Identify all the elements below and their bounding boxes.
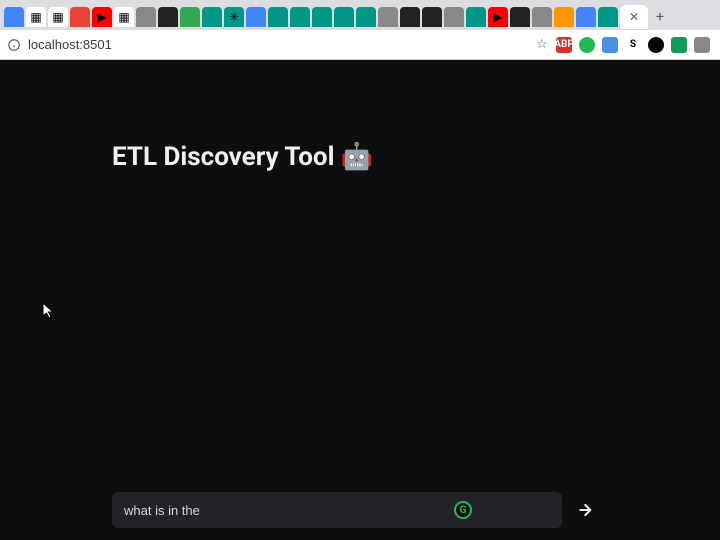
address-input[interactable] bbox=[28, 37, 528, 52]
send-icon bbox=[577, 500, 597, 520]
extension-icon[interactable] bbox=[602, 37, 618, 53]
tab-favicon[interactable] bbox=[246, 7, 266, 27]
tab-favicon[interactable] bbox=[554, 7, 574, 27]
bookmark-star-icon[interactable]: ☆ bbox=[534, 37, 550, 53]
tab-favicon[interactable] bbox=[378, 7, 398, 27]
tab-favicon[interactable]: ▦ bbox=[114, 7, 134, 27]
browser-address-bar: ☆ ABP S bbox=[0, 30, 720, 60]
tab-favicon[interactable] bbox=[532, 7, 552, 27]
chat-input[interactable] bbox=[112, 492, 562, 528]
tab-favicon[interactable] bbox=[70, 7, 90, 27]
tab-favicon[interactable]: ▶ bbox=[488, 7, 508, 27]
grammarly-indicator-icon[interactable]: G bbox=[454, 501, 472, 519]
page-title: ETL Discovery Tool 🤖 bbox=[112, 142, 373, 172]
tab-favicon[interactable] bbox=[466, 7, 486, 27]
tab-favicon[interactable] bbox=[312, 7, 332, 27]
tab-favicon[interactable] bbox=[202, 7, 222, 27]
tab-favicon[interactable] bbox=[598, 7, 618, 27]
grammarly-extension-icon[interactable] bbox=[579, 37, 595, 53]
tab-favicon[interactable] bbox=[422, 7, 442, 27]
extension-icon[interactable] bbox=[648, 37, 664, 53]
tab-favicon[interactable] bbox=[158, 7, 178, 27]
tab-favicon[interactable]: ✳ bbox=[224, 7, 244, 27]
tab-favicon[interactable] bbox=[4, 7, 24, 27]
tab-favicon[interactable]: ▶ bbox=[92, 7, 112, 27]
tab-favicon[interactable] bbox=[510, 7, 530, 27]
tab-favicon[interactable] bbox=[136, 7, 156, 27]
extension-icons: ABP S bbox=[556, 37, 714, 53]
abp-extension-icon[interactable]: ABP bbox=[556, 37, 572, 53]
app-viewport: ETL Discovery Tool 🤖 G bbox=[0, 60, 720, 540]
extension-icon[interactable] bbox=[671, 37, 687, 53]
new-tab-button[interactable]: + bbox=[650, 7, 670, 27]
close-icon[interactable]: ✕ bbox=[629, 10, 639, 24]
robot-icon: 🤖 bbox=[341, 144, 373, 170]
send-button[interactable] bbox=[572, 495, 602, 525]
site-info-icon[interactable] bbox=[6, 37, 22, 53]
extension-icon[interactable] bbox=[694, 37, 710, 53]
extension-icon[interactable]: S bbox=[625, 37, 641, 53]
mouse-cursor-icon bbox=[42, 302, 56, 320]
tab-favicon[interactable] bbox=[356, 7, 376, 27]
tab-favicon[interactable] bbox=[268, 7, 288, 27]
chat-input-row: G bbox=[112, 492, 602, 528]
browser-tab-strip: ▦ ▦ ▶ ▦ ✳ ▶ ✕ + bbox=[0, 0, 720, 30]
tab-favicon[interactable]: ▦ bbox=[48, 7, 68, 27]
tab-favicon[interactable] bbox=[444, 7, 464, 27]
tab-favicon[interactable]: ▦ bbox=[26, 7, 46, 27]
tab-favicon[interactable] bbox=[576, 7, 596, 27]
tab-favicon[interactable] bbox=[290, 7, 310, 27]
tab-favicon[interactable] bbox=[180, 7, 200, 27]
page-title-text: ETL Discovery Tool bbox=[112, 142, 335, 172]
tab-favicon[interactable] bbox=[334, 7, 354, 27]
tab-favicon[interactable] bbox=[400, 7, 420, 27]
active-tab[interactable]: ✕ bbox=[620, 5, 648, 29]
